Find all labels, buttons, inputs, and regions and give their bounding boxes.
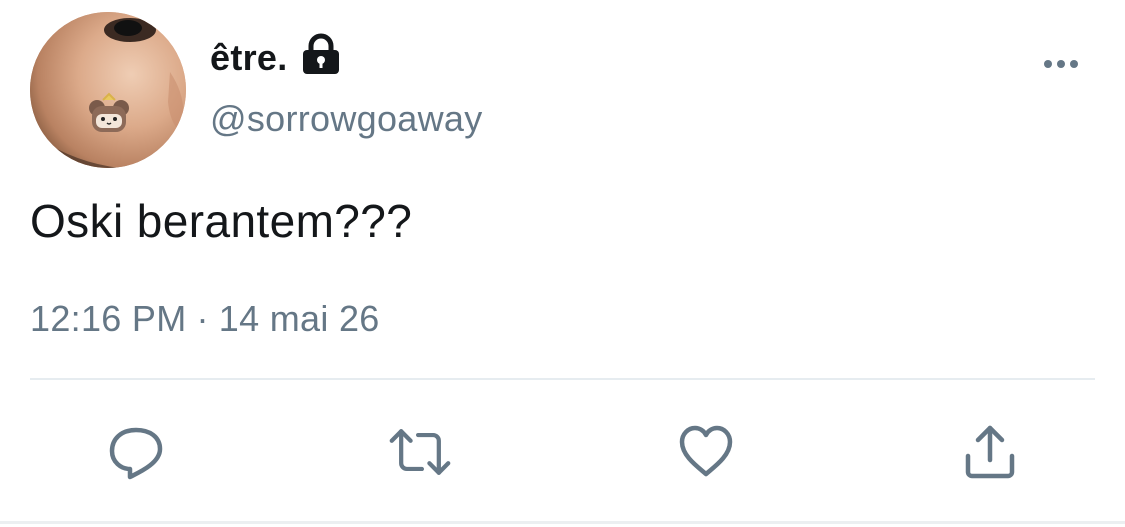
username[interactable]: @sorrowgoaway	[210, 98, 483, 140]
display-name[interactable]: être.	[210, 37, 288, 79]
retweet-icon	[389, 429, 451, 475]
timestamp[interactable]: 12:16 PM · 14 mai 26	[30, 298, 380, 340]
share-icon	[965, 425, 1015, 479]
avatar-photo	[30, 12, 186, 168]
tweet-text: Oski berantem???	[30, 195, 413, 247]
heart-icon	[679, 425, 733, 477]
reply-button[interactable]	[104, 420, 168, 484]
more-options-icon	[1044, 60, 1078, 68]
action-bar	[0, 420, 1125, 484]
share-button[interactable]	[958, 420, 1022, 484]
bottom-divider	[0, 521, 1125, 524]
display-name-row: être.	[210, 33, 342, 82]
tweet-time: 12:16 PM	[30, 298, 187, 339]
like-button[interactable]	[674, 420, 738, 484]
divider	[30, 378, 1095, 380]
reply-icon	[109, 427, 163, 480]
timestamp-separator: ·	[196, 298, 209, 339]
more-options-button[interactable]	[1040, 50, 1082, 78]
lock-icon	[300, 33, 342, 75]
retweet-button[interactable]	[388, 420, 452, 484]
avatar[interactable]	[30, 12, 186, 168]
tweet-date: 14 mai 26	[218, 298, 380, 339]
